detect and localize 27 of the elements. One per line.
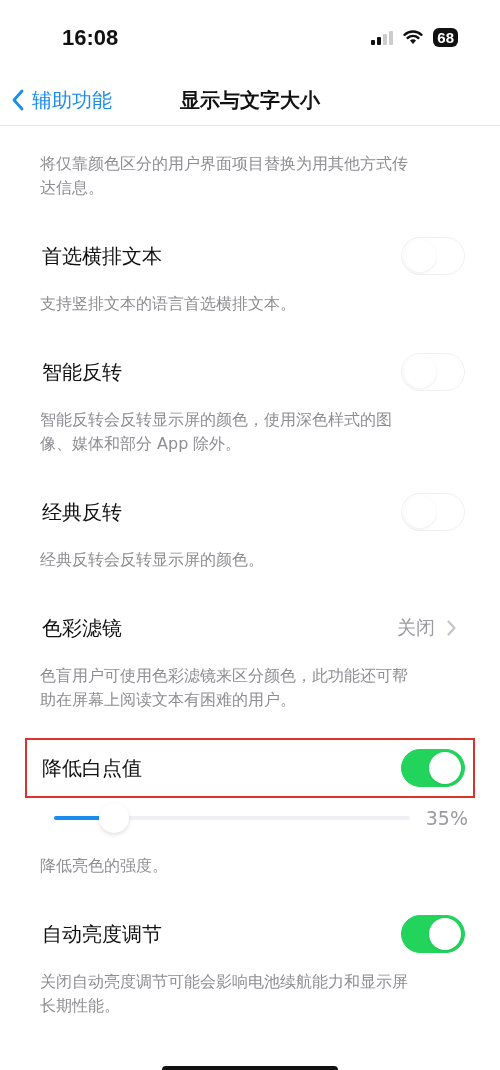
value-link[interactable]: 关闭 [397,615,456,641]
slider[interactable] [54,802,410,834]
setting-label: 降低白点值 [42,754,142,782]
toggle-switch[interactable] [401,915,465,953]
setting-label: 自动亮度调节 [42,920,162,948]
description-text: 智能反转会反转显示屏的颜色，使用深色样式的图像、媒体和部分 App 除外。 [40,409,393,455]
back-chevron-icon [12,89,24,111]
description-text: 降低亮色的强度。 [40,855,169,877]
page-title: 显示与文字大小 [180,86,320,114]
description-text: 色盲用户可使用色彩滤镜来区分颜色，此功能还可帮助在屏幕上阅读文本有困难的用户。 [40,665,409,711]
setting-label: 色彩滤镜 [42,614,122,642]
status-time: 16:08 [62,24,119,51]
description-text: 关闭自动亮度调节可能会影响电池续航能力和显示屏长期性能。 [40,971,409,1017]
signal-icon [371,30,394,45]
description-text: 经典反转会反转显示屏的颜色。 [40,549,265,571]
slider-value: 35% [425,807,468,829]
setting-label: 智能反转 [42,358,122,386]
wifi-icon [403,30,424,45]
toggle-switch[interactable] [401,749,465,787]
back-link[interactable]: 辅助功能 [0,86,112,114]
description-text: 支持竖排文本的语言首选横排文本。 [40,293,297,315]
slider-thumb[interactable] [99,803,130,833]
chevron-right-icon [447,620,456,636]
battery-level: 68 [437,29,454,46]
description-text: 将仅靠颜色区分的用户界面项目替换为用其他方式传达信息。 [40,153,409,199]
setting-label: 经典反转 [42,498,122,526]
setting-label: 首选横排文本 [42,242,162,270]
